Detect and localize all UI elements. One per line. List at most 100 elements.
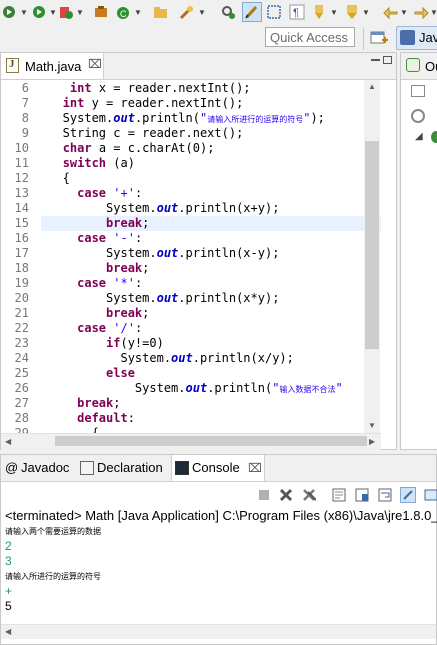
forward-icon[interactable] [412,3,430,21]
chevron-down-icon[interactable]: ▼ [198,8,206,17]
remove-all-terminated-icon[interactable] [301,487,317,503]
scroll-lock-icon[interactable] [354,487,370,503]
run-icon[interactable] [30,3,48,21]
code-text[interactable]: { [41,171,381,186]
new-java-class-icon[interactable]: C [114,3,132,21]
code-line[interactable]: 9 String c = reader.next(); [1,126,381,141]
scroll-left-icon[interactable]: ◀ [5,437,11,446]
run-last-tool-icon[interactable] [219,3,237,21]
code-text[interactable]: int x = reader.nextInt(); [41,81,381,96]
coverage-icon[interactable] [57,3,75,21]
chevron-down-icon[interactable]: ▼ [49,8,57,17]
back-icon[interactable] [382,3,400,21]
tab-console[interactable]: Console ⌧ [171,455,265,481]
horizontal-scroll-thumb[interactable] [55,436,367,446]
search-icon[interactable] [178,3,196,21]
code-line[interactable]: 14 System.out.println(x+y); [1,201,381,216]
code-line[interactable]: 12 { [1,171,381,186]
maximize-icon[interactable] [383,56,392,64]
expand-icon[interactable]: ◢ [415,131,423,142]
close-icon[interactable]: ⌧ [248,455,262,481]
scroll-up-icon[interactable]: ▲ [368,82,376,91]
display-selected-console-icon[interactable] [423,487,437,503]
show-whitespace-icon[interactable]: ¶ [288,3,306,21]
toggle-mark-occurrences-icon[interactable] [242,2,262,22]
code-line[interactable]: 11 switch (a) [1,156,381,171]
code-text[interactable]: int y = reader.nextInt(); [41,96,381,111]
code-line[interactable]: 24 System.out.println(x/y); [1,351,381,366]
code-line[interactable]: 22 case '/': [1,321,381,336]
chevron-down-icon[interactable]: ▼ [20,8,28,17]
code-text[interactable]: System.out.println(x+y); [41,201,381,216]
code-line[interactable]: 6 int x = reader.nextInt(); [1,81,381,96]
chevron-down-icon[interactable]: ▼ [430,8,437,17]
code-text[interactable]: case '-': [41,231,381,246]
console-horizontal-scrollbar[interactable]: ◀ [1,624,436,639]
chevron-down-icon[interactable]: ▼ [76,8,84,17]
java-perspective-button[interactable]: Jav [396,26,437,50]
chevron-down-icon[interactable]: ▼ [400,8,408,17]
debug-icon[interactable] [0,3,18,21]
code-text[interactable]: break; [41,306,381,321]
open-perspective-icon[interactable] [370,29,388,47]
code-line[interactable]: 21 break; [1,306,381,321]
open-type-icon[interactable] [152,3,170,21]
last-edit-location-icon[interactable] [343,3,361,21]
tab-declaration[interactable]: Declaration [77,455,171,481]
tab-javadoc[interactable]: @ Javadoc [1,455,75,481]
code-line[interactable]: 15 break; [1,216,381,231]
code-text[interactable]: break; [41,261,381,276]
chevron-down-icon[interactable]: ▼ [330,8,338,17]
vertical-scroll-thumb[interactable] [365,141,379,349]
code-text[interactable]: System.out.println("输入数据不合法" [41,381,381,397]
chevron-down-icon[interactable]: ▼ [134,8,142,17]
code-line[interactable]: 25 else [1,366,381,381]
code-text[interactable]: switch (a) [41,156,381,171]
toggle-block-selection-icon[interactable] [265,3,283,21]
code-text[interactable]: System.out.println(x*y); [41,291,381,306]
hide-fields-icon[interactable] [411,109,425,123]
code-text[interactable]: System.out.println(x/y); [41,351,381,366]
code-line[interactable]: 17 System.out.println(x-y); [1,246,381,261]
code-line[interactable]: 16 case '-': [1,231,381,246]
code-line[interactable]: 8 System.out.println("请输入所进行的运算的符号"); [1,111,381,126]
next-annotation-icon[interactable] [310,3,328,21]
code-line[interactable]: 7 int y = reader.nextInt(); [1,96,381,111]
code-text[interactable]: default: [41,411,381,426]
quick-access-input[interactable]: Quick Access [265,27,355,47]
code-text[interactable]: else [41,366,381,381]
collapse-all-icon[interactable] [411,85,425,97]
terminate-icon[interactable] [256,487,272,503]
tab-math-java[interactable]: Math.java ⌧ [1,53,104,79]
code-text[interactable]: char a = c.charAt(0); [41,141,381,156]
code-text[interactable]: if(y!=0) [41,336,381,351]
external-tools-icon[interactable] [92,3,110,21]
remove-launch-icon[interactable] [278,487,294,503]
code-line[interactable]: 23 if(y!=0) [1,336,381,351]
chevron-down-icon[interactable]: ▼ [362,8,370,17]
code-area[interactable]: 6 int x = reader.nextInt(); 7 int y = rea… [1,80,381,436]
word-wrap-icon[interactable] [377,487,393,503]
scroll-left-icon[interactable]: ◀ [5,627,11,636]
code-text[interactable]: System.out.println("请输入所进行的运算的符号"); [41,111,381,127]
scroll-right-icon[interactable]: ▶ [369,437,375,446]
minimize-icon[interactable] [371,59,380,61]
code-line[interactable]: 27 break; [1,396,381,411]
code-text[interactable]: break; [41,216,381,231]
tab-outline[interactable]: Ou [401,53,437,80]
code-line[interactable]: 19 case '*': [1,276,381,291]
clear-console-icon[interactable] [331,487,347,503]
code-line[interactable]: 20 System.out.println(x*y); [1,291,381,306]
close-icon[interactable]: ⌧ [88,57,102,71]
code-line[interactable]: 13 case '+': [1,186,381,201]
scroll-down-icon[interactable]: ▼ [368,421,376,430]
pin-console-icon[interactable] [400,487,416,503]
code-line[interactable]: 18 break; [1,261,381,276]
code-line[interactable]: 28 default: [1,411,381,426]
code-text[interactable]: String c = reader.next(); [41,126,381,141]
code-line[interactable]: 26 System.out.println("输入数据不合法" [1,381,381,396]
code-text[interactable]: case '+': [41,186,381,201]
code-text[interactable]: break; [41,396,381,411]
code-text[interactable]: case '*': [41,276,381,291]
code-text[interactable]: System.out.println(x-y); [41,246,381,261]
